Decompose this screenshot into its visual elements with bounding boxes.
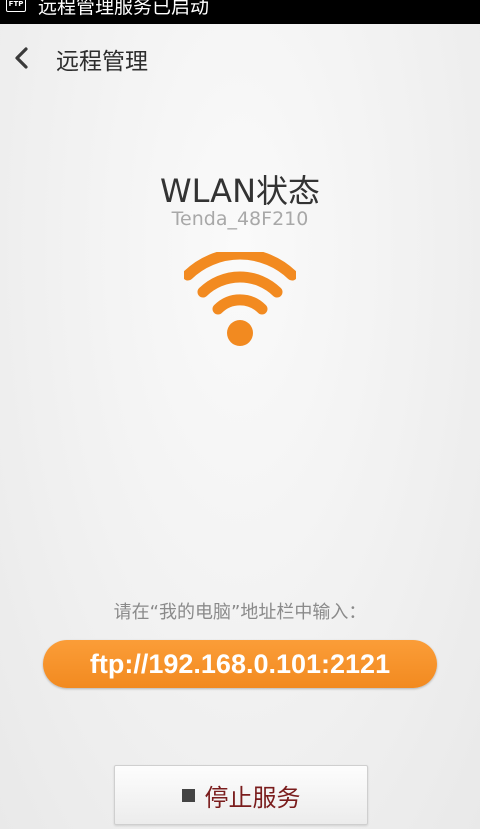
ftp-notification-icon: FTP	[6, 0, 26, 12]
header: 远程管理	[0, 24, 480, 92]
stop-service-button[interactable]: 停止服务	[114, 765, 368, 825]
status-bar: FTP 远程管理服务已启动	[0, 0, 480, 24]
notification-text: 远程管理服务已启动	[38, 0, 210, 18]
address-hint: 请在“我的电脑”地址栏中输入：	[113, 602, 367, 623]
stop-service-label: 停止服务	[204, 783, 301, 812]
wifi-ssid: Tenda_48F210	[171, 208, 309, 230]
wlan-status-title: WLAN状态	[159, 172, 321, 210]
page-title: 远程管理	[56, 49, 148, 75]
wifi-icon	[184, 252, 296, 346]
chevron-left-icon	[15, 47, 28, 69]
ftp-address-badge: ftp://192.168.0.101:2121	[43, 640, 437, 688]
stop-square-icon	[181, 788, 195, 802]
back-button[interactable]	[8, 42, 38, 74]
